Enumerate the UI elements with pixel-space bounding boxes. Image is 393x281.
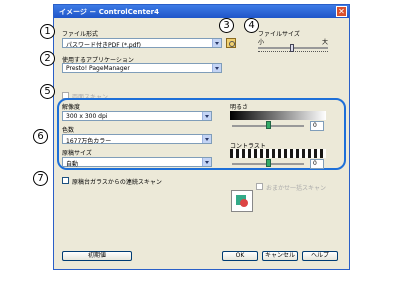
brightness-label: 明るさ xyxy=(230,104,249,111)
ok-button[interactable]: OK xyxy=(222,251,258,261)
chevron-down-icon[interactable] xyxy=(202,158,211,166)
skip-dialog-checkbox[interactable] xyxy=(256,183,263,190)
file-size-large-label: 大 xyxy=(322,39,329,46)
color-select[interactable]: 1677万色カラー xyxy=(62,134,212,145)
resolution-label: 解像度 xyxy=(62,104,81,111)
target-app-value: Presto! PageManager xyxy=(66,65,130,72)
close-button[interactable]: ✕ xyxy=(336,6,347,17)
brightness-slider-thumb[interactable] xyxy=(266,121,271,129)
doc-size-label: 原稿サイズ xyxy=(62,150,92,157)
brightness-gradient xyxy=(230,111,326,120)
resolution-value: 300 x 300 dpi xyxy=(66,113,108,120)
color-value: 1677万色カラー xyxy=(66,138,112,145)
window-title: イメージ － ControlCenter4 xyxy=(59,8,159,16)
chevron-down-icon[interactable] xyxy=(202,135,211,143)
callout-7: 7 xyxy=(33,171,48,186)
chevron-down-icon[interactable] xyxy=(212,39,221,47)
brightness-input[interactable]: 0 xyxy=(310,121,324,131)
callout-4: 4 xyxy=(244,18,259,33)
target-app-select[interactable]: Presto! PageManager xyxy=(62,63,222,73)
callout-2: 2 xyxy=(40,51,55,66)
file-size-slider-thumb[interactable] xyxy=(290,44,294,52)
callout-5: 5 xyxy=(40,84,55,99)
chevron-down-icon[interactable] xyxy=(202,112,211,120)
callout-3: 3 xyxy=(219,18,234,33)
settings-icon[interactable] xyxy=(226,38,236,48)
callout-6: 6 xyxy=(33,129,48,144)
contrast-slider-thumb[interactable] xyxy=(266,159,271,167)
callout-1: 1 xyxy=(40,24,55,39)
contrast-input[interactable]: 0 xyxy=(310,159,324,169)
file-format-value: パスワード付きPDF (*.pdf) xyxy=(66,42,141,49)
file-size-small-label: 小 xyxy=(258,39,265,46)
file-format-label: ファイル形式 xyxy=(62,31,99,38)
color-label: 色数 xyxy=(62,127,75,134)
resolution-select[interactable]: 300 x 300 dpi xyxy=(62,111,212,121)
skip-dialog-label: おまかせ一括スキャン xyxy=(266,185,327,192)
continuous-scan-label: 原稿台ガラスからの連続スキャン xyxy=(72,179,162,186)
file-format-select[interactable]: パスワード付きPDF (*.pdf) xyxy=(62,38,222,49)
continuous-scan-checkbox[interactable] xyxy=(62,177,69,184)
title-bar: イメージ － ControlCenter4 ✕ xyxy=(54,5,349,18)
defaults-button[interactable]: 初期値 xyxy=(62,251,132,261)
help-button[interactable]: ヘルプ xyxy=(302,251,338,261)
doc-size-select[interactable]: 自動 xyxy=(62,157,212,168)
contrast-gradient xyxy=(230,149,326,158)
doc-size-value: 自動 xyxy=(66,161,79,168)
chevron-down-icon[interactable] xyxy=(212,64,221,72)
file-size-label: ファイルサイズ xyxy=(258,31,300,38)
cancel-button[interactable]: キャンセル xyxy=(262,251,298,261)
scan-preview-icon xyxy=(231,190,253,212)
